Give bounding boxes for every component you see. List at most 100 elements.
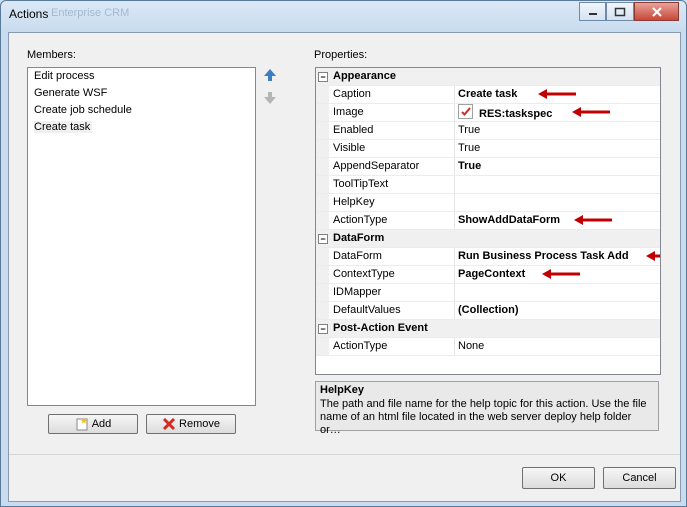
property-value: True [458, 160, 482, 172]
maximize-icon [614, 7, 626, 16]
property-value-cell[interactable]: True [454, 158, 660, 175]
property-row[interactable]: Enabled True [316, 122, 660, 140]
row-gutter [316, 302, 329, 319]
property-row[interactable]: ToolTipText [316, 176, 660, 194]
add-button[interactable]: Add [48, 414, 138, 434]
row-gutter [316, 122, 329, 139]
row-gutter [316, 176, 329, 193]
property-value-cell[interactable] [454, 194, 660, 211]
cancel-button-label: Cancel [622, 472, 657, 484]
property-value-cell[interactable]: True [454, 122, 660, 139]
minimize-button[interactable] [579, 2, 606, 21]
help-title: HelpKey [320, 384, 365, 396]
annotation-arrow [571, 106, 611, 118]
property-value-cell[interactable]: Create task [454, 86, 660, 103]
property-value-cell[interactable] [454, 176, 660, 193]
row-gutter [316, 104, 329, 121]
property-row[interactable]: Image RES:taskspec [316, 104, 660, 122]
property-row[interactable]: ActionType ShowAddDataForm [316, 212, 660, 230]
help-description: The path and file name for the help topi… [320, 398, 647, 436]
property-value: True [458, 124, 481, 136]
property-category[interactable]: − Appearance [316, 68, 660, 86]
red-arrow-icon [572, 107, 610, 117]
property-value-cell[interactable]: RES:taskspec [454, 104, 660, 121]
annotation-arrow [541, 268, 581, 280]
red-arrow-icon [574, 215, 612, 225]
category-gutter: − [316, 320, 329, 337]
annotation-arrow [645, 250, 660, 262]
arrow-down-icon [264, 92, 276, 104]
property-name: DataForm [333, 250, 382, 262]
property-value-cell[interactable] [454, 284, 660, 301]
property-name: ActionType [333, 214, 388, 226]
remove-button[interactable]: Remove [146, 414, 236, 434]
task-image-icon [458, 104, 473, 119]
property-row[interactable]: Visible True [316, 140, 660, 158]
actions-dialog: Actions Enterprise CRM Members: Edit pro… [0, 0, 687, 507]
arrow-up-icon [264, 69, 276, 81]
collapse-icon[interactable]: − [318, 324, 328, 334]
dialog-client-area: Members: Edit process Generate WSF Create … [8, 32, 681, 502]
category-label: Appearance [333, 70, 396, 82]
property-row[interactable]: AppendSeparator True [316, 158, 660, 176]
members-list[interactable]: Edit process Generate WSF Create job sched… [27, 67, 256, 406]
annotation-arrow [537, 88, 577, 100]
property-category[interactable]: − Post-Action Event [316, 320, 660, 338]
property-value-cell[interactable]: ShowAddDataForm [454, 212, 660, 229]
move-up-button[interactable] [263, 68, 277, 82]
row-gutter [316, 140, 329, 157]
property-name: ActionType [333, 340, 388, 352]
property-row[interactable]: Caption Create task [316, 86, 660, 104]
move-down-button[interactable] [263, 91, 277, 105]
property-category[interactable]: − DataForm [316, 230, 660, 248]
red-arrow-icon [646, 251, 660, 261]
row-gutter [316, 212, 329, 229]
remove-button-label: Remove [179, 418, 220, 430]
property-row[interactable]: ActionType None [316, 338, 660, 356]
member-item[interactable]: Create task [28, 119, 255, 136]
property-row[interactable]: IDMapper [316, 284, 660, 302]
property-name: ToolTipText [333, 178, 389, 190]
property-value-cell[interactable]: Run Business Process Task Add [454, 248, 660, 265]
category-label: Post-Action Event [333, 322, 428, 334]
window-title: Actions [9, 7, 49, 21]
row-gutter [316, 284, 329, 301]
property-row[interactable]: DataForm Run Business Process Task Add [316, 248, 660, 266]
property-value: True [458, 142, 481, 154]
property-value: PageContext [458, 268, 526, 280]
property-grid[interactable]: − Appearance Caption Create task Image RES:ta… [315, 67, 661, 375]
property-value: ShowAddDataForm [458, 214, 561, 226]
property-value: None [458, 340, 485, 352]
maximize-button[interactable] [606, 2, 634, 21]
row-gutter [316, 338, 329, 355]
property-value-cell[interactable]: (Collection) [454, 302, 660, 319]
member-item[interactable]: Edit process [28, 68, 255, 85]
help-panel: HelpKey The path and file name for the h… [315, 381, 659, 436]
property-value-cell[interactable]: None [454, 338, 660, 355]
member-item-label: Create job schedule [34, 104, 132, 116]
property-row[interactable]: DefaultValues (Collection) [316, 302, 660, 320]
cancel-button[interactable]: Cancel [603, 467, 676, 489]
property-value: Create task [458, 88, 518, 100]
ok-button[interactable]: OK [522, 467, 595, 489]
member-item[interactable]: Create job schedule [28, 102, 255, 119]
add-icon [75, 417, 89, 431]
member-item[interactable]: Generate WSF [28, 85, 255, 102]
property-row[interactable]: ContextType PageContext [316, 266, 660, 284]
row-gutter [316, 158, 329, 175]
row-gutter [316, 266, 329, 283]
property-value-cell[interactable]: PageContext [454, 266, 660, 283]
annotation-arrow [573, 214, 613, 226]
collapse-icon[interactable]: − [318, 234, 328, 244]
property-value-cell[interactable]: True [454, 140, 660, 157]
collapse-icon[interactable]: − [318, 72, 328, 82]
properties-label: Properties: [314, 49, 368, 61]
close-button[interactable] [634, 2, 679, 21]
property-row[interactable]: HelpKey [316, 194, 660, 212]
row-gutter [316, 248, 329, 265]
property-value: (Collection) [458, 304, 519, 316]
category-label: DataForm [333, 232, 385, 244]
property-name: AppendSeparator [333, 160, 420, 172]
ok-button-label: OK [550, 472, 567, 484]
category-gutter: − [316, 230, 329, 247]
